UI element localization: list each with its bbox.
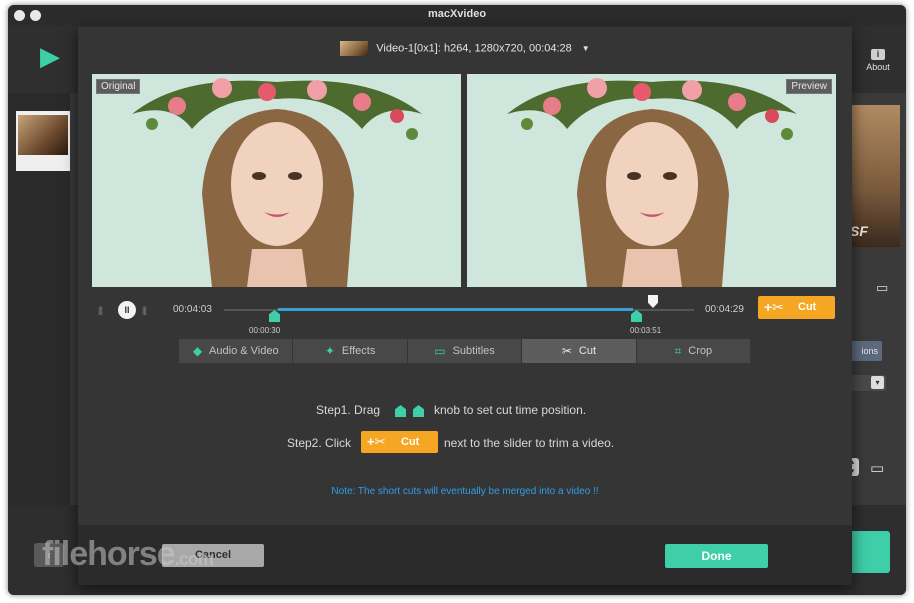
- tab-crop[interactable]: ⌗ Crop: [636, 339, 751, 363]
- cut-selection-range: [278, 308, 633, 311]
- watermark-text: filehorse: [42, 535, 176, 573]
- about-button[interactable]: i About: [858, 49, 898, 72]
- original-label: Original: [96, 79, 141, 94]
- about-label: About: [866, 62, 890, 72]
- tab-effects[interactable]: ✦ Effects: [293, 339, 408, 363]
- tab-subtitles[interactable]: ▭ Subtitles: [407, 339, 523, 363]
- cut-button-example: +✂ Cut: [361, 431, 438, 453]
- tab-label: Effects: [341, 345, 376, 357]
- end-knob-sample-icon: [413, 405, 424, 417]
- end-time: 00:04:29: [705, 304, 744, 315]
- volume-high-icon: |||: [142, 305, 147, 315]
- done-button[interactable]: Done: [665, 544, 768, 568]
- start-knob-sample-icon: [395, 405, 406, 417]
- pause-button[interactable]: II: [118, 301, 136, 319]
- title-bar: macXvideo: [8, 5, 906, 25]
- file-thumbnail-image: [18, 115, 68, 155]
- step2-suffix: next to the slider to trim a video.: [444, 436, 615, 450]
- tab-label: Cut: [578, 345, 597, 357]
- cut-timeline: ||| II ||| 00:04:03 00:00:30 00:03:51 00…: [92, 293, 838, 341]
- scissors-icon: +✂: [764, 299, 784, 315]
- output-folder-icon[interactable]: ▭: [870, 459, 884, 477]
- chevron-down-icon: ▼: [581, 44, 590, 53]
- crop-icon: ⌗: [674, 343, 682, 358]
- tab-label: Subtitles: [452, 345, 495, 357]
- video-info-text: Video-1[0x1]: h264, 1280x720, 00:04:28: [376, 42, 572, 55]
- app-window: macXvideo ▶ i About SF ▭ ions ▾ ▴ ▾ ▭ ‹ V…: [8, 5, 906, 595]
- edit-tabs: ◆ Audio & Video ✦ Effects ▭ Subtitles ✂ Cut …: [179, 339, 751, 363]
- folder-icon[interactable]: ▭: [876, 280, 888, 296]
- cut-example-label: Cut: [401, 436, 420, 448]
- background-preview-image: SF: [844, 105, 900, 247]
- cut-button-label: Cut: [798, 301, 817, 313]
- current-time: 00:04:03: [173, 304, 212, 315]
- watermark-suffix: .com: [174, 549, 214, 569]
- original-video-frame: [92, 74, 461, 287]
- tab-audio-video[interactable]: ◆ Audio & Video: [179, 339, 294, 363]
- scissors-icon: ✂: [561, 344, 572, 358]
- scissors-icon: +✂: [367, 434, 386, 449]
- preview-label: Preview: [786, 79, 832, 94]
- tab-label: Crop: [688, 345, 713, 357]
- preview-video-pane: Preview: [467, 74, 836, 287]
- cut-end-knob[interactable]: [631, 310, 642, 322]
- info-icon: i: [871, 49, 885, 60]
- effects-wand-icon: ✦: [324, 344, 335, 358]
- preview-watermark-text: SF: [850, 223, 868, 239]
- cut-button[interactable]: +✂ Cut: [758, 296, 835, 319]
- step2-prefix: Step2. Click: [287, 436, 352, 450]
- audio-video-icon: ◆: [192, 344, 203, 358]
- step1-prefix: Step1. Drag: [316, 403, 381, 417]
- tab-cut[interactable]: ✂ Cut: [522, 339, 637, 363]
- subtitles-icon: ▭: [434, 344, 446, 358]
- step1-suffix: knob to set cut time position.: [434, 403, 587, 417]
- app-logo-icon: ▶: [40, 41, 60, 71]
- video-thumbnail: [340, 41, 369, 56]
- window-title: macXvideo: [427, 8, 487, 20]
- video-selector[interactable]: Video-1[0x1]: h264, 1280x720, 00:04:28 ▼: [78, 41, 852, 59]
- cut-start-time: 00:00:30: [249, 326, 281, 335]
- chevron-down-icon: ▾: [871, 376, 884, 389]
- filehorse-watermark: filehorse.com: [42, 535, 214, 574]
- file-thumbnail[interactable]: [16, 111, 70, 171]
- cut-start-knob[interactable]: [269, 310, 280, 322]
- tab-label: Audio & Video: [209, 345, 279, 357]
- background-file-list: [8, 93, 70, 505]
- original-video-pane: Original: [92, 74, 461, 287]
- edit-dialog: Video-1[0x1]: h264, 1280x720, 00:04:28 ▼ …: [78, 27, 852, 585]
- merge-note: Note: The short cuts will eventually be …: [331, 486, 599, 497]
- preview-video-frame: [467, 74, 836, 287]
- cut-end-time: 00:03:51: [630, 326, 662, 335]
- playhead-marker[interactable]: [648, 295, 658, 308]
- volume-low-icon: |||: [98, 305, 103, 315]
